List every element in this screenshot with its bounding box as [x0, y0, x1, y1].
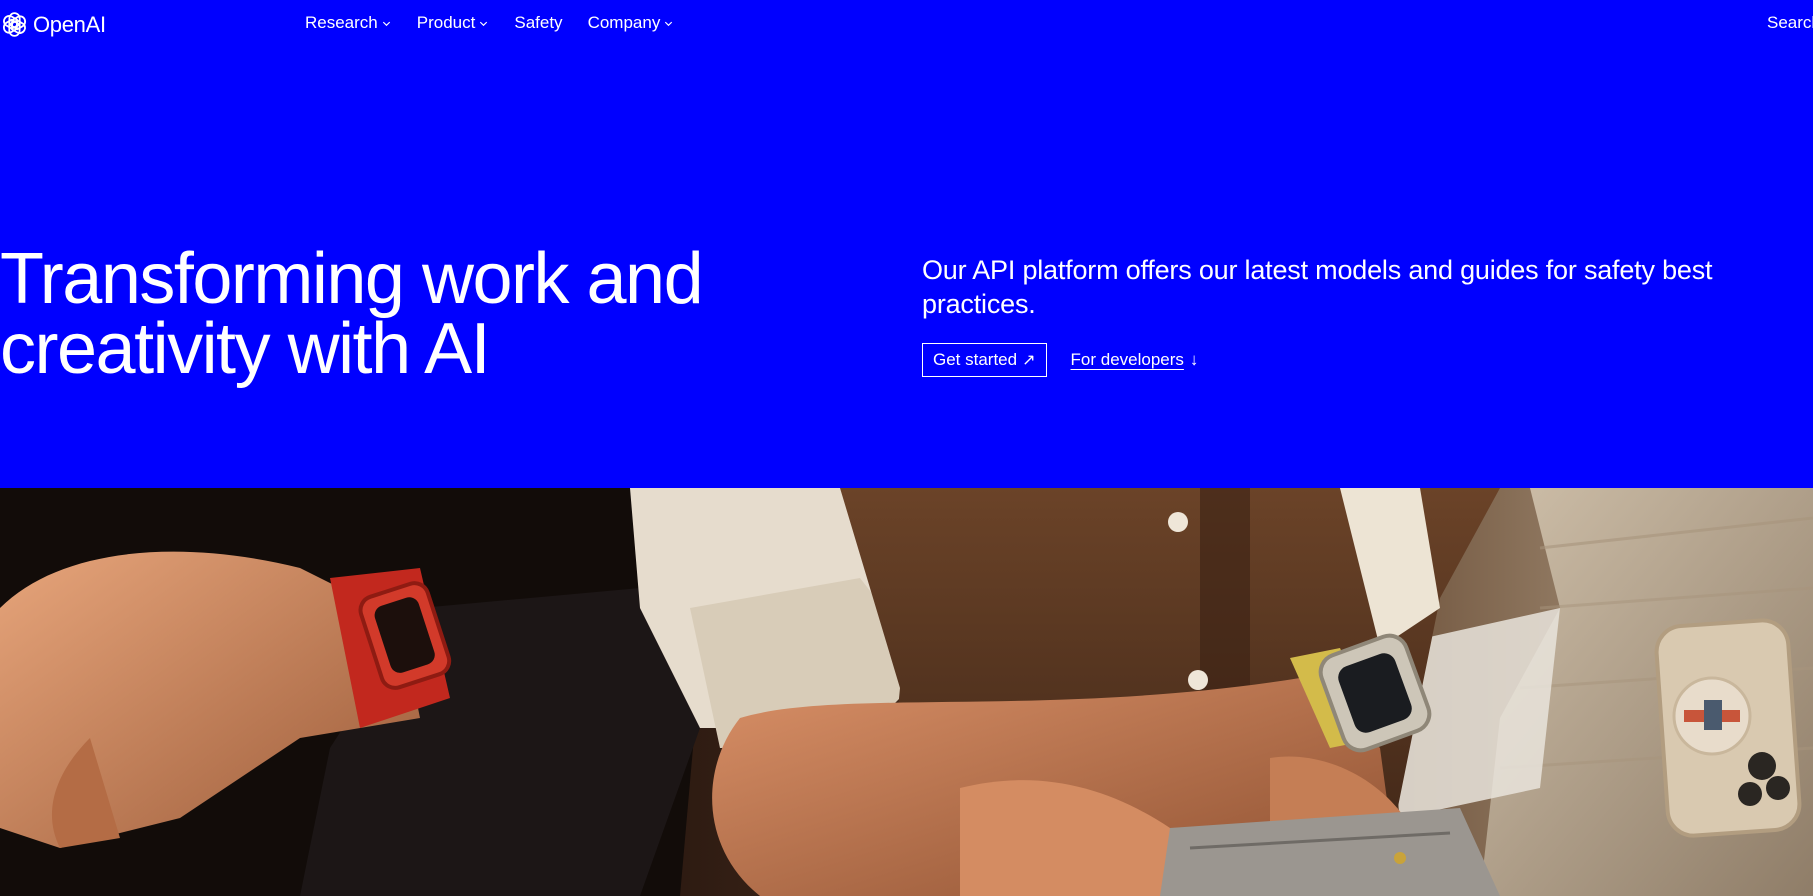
chevron-down-icon [381, 18, 392, 29]
hero-title: Transforming work and creativity with AI [0, 239, 780, 389]
page: OpenAI Research Product Safety Company S… [0, 0, 1813, 896]
nav-item-label: Company [587, 13, 661, 32]
brand-name: OpenAI [33, 11, 106, 37]
get-started-button[interactable]: Get started ↗ [922, 343, 1047, 377]
arrow-down-icon: ↓ [1189, 350, 1199, 369]
hero-cta-row: Get started ↗ For developers ↓ [922, 343, 1198, 377]
nav-item-company[interactable]: Company [588, 13, 675, 33]
get-started-label: Get started [933, 350, 1018, 369]
nav-item-label: Research [305, 13, 378, 32]
for-developers-link[interactable]: For developers ↓ [1071, 350, 1199, 370]
openai-blossom-icon [0, 10, 29, 39]
chevron-down-icon [663, 18, 674, 29]
nav-item-research[interactable]: Research [305, 13, 392, 33]
hero-description: Our API platform offers our latest model… [922, 255, 1713, 319]
nav-item-label: Product [416, 13, 476, 32]
hero-photo-illustration [0, 488, 1813, 896]
hero-title-line: creativity with AI [0, 309, 491, 389]
nav-item-safety[interactable]: Safety [514, 13, 562, 33]
search-button[interactable]: Search [1767, 13, 1813, 33]
for-developers-label: For developers [1070, 350, 1184, 369]
top-navigation: OpenAI Research Product Safety Company S… [0, 0, 1813, 50]
openai-logo-link[interactable]: OpenAI [0, 10, 106, 39]
hero-title-line: Transforming work and [0, 239, 704, 319]
hero-photo [0, 488, 1813, 896]
nav-item-label: Safety [514, 13, 563, 32]
chevron-down-icon [478, 18, 489, 29]
primary-nav: Research Product Safety Company [305, 13, 699, 33]
nav-item-product[interactable]: Product [417, 13, 490, 33]
arrow-up-right-icon: ↗ [1022, 352, 1036, 369]
